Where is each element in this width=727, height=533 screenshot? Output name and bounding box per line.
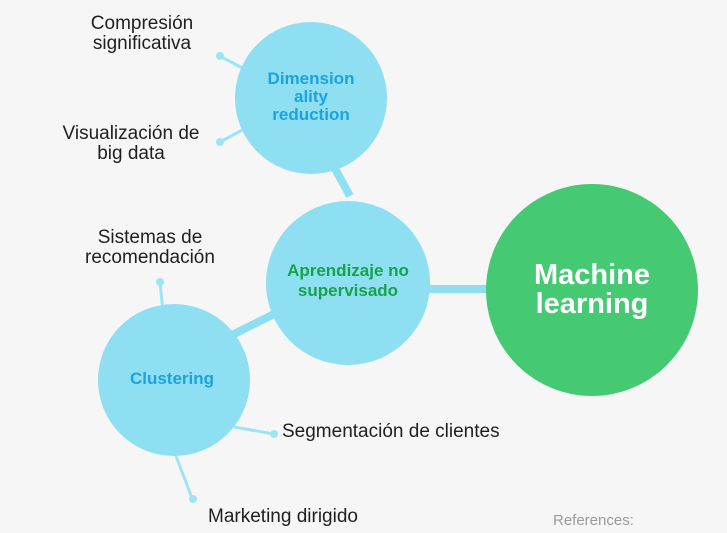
machine-learning-line2: learning [535, 288, 649, 320]
marketing-label: Marketing dirigido [208, 506, 358, 527]
connector-segmentacion [233, 425, 275, 436]
compresion-line1: Compresión [90, 13, 194, 34]
visualizacion-line1: Visualización de [62, 123, 200, 144]
node-label-machine-learning: Machine learning [500, 240, 684, 340]
visualizacion-line2: big data [97, 143, 165, 164]
references-label: References: [553, 512, 634, 529]
sistemas-line2: recomendación [85, 247, 215, 268]
leaf-compresion: Compresión significativa [78, 14, 206, 54]
compresion-line2: significativa [92, 33, 192, 54]
node-label-unsupervised: Aprendizaje no supervisado [280, 255, 416, 307]
machine-learning-line1: Machine [533, 259, 651, 291]
dot-visualizacion [216, 138, 224, 146]
dimensionality-line2: ality [293, 87, 329, 106]
leaf-marketing: Marketing dirigido [208, 507, 358, 527]
dot-segmentacion [270, 430, 278, 438]
clustering-label: Clustering [129, 369, 215, 388]
dot-compresion [216, 52, 224, 60]
dimensionality-line3: reduction [272, 105, 350, 124]
dot-marketing [189, 495, 197, 503]
node-label-clustering: Clustering [110, 366, 234, 392]
unsupervised-line2: supervisado [297, 281, 399, 300]
leaf-segmentacion: Segmentación de clientes [282, 422, 500, 442]
node-label-dimensionality: Dimension ality reduction [250, 66, 372, 128]
connector-marketing [174, 455, 194, 499]
dot-sistemas [156, 278, 164, 286]
unsupervised-line1: Aprendizaje no [287, 261, 409, 280]
connector-unsupervised-clustering [226, 309, 278, 341]
sistemas-line1: Sistemas de [97, 227, 203, 248]
dimensionality-line1: Dimension [267, 69, 355, 88]
segmentacion-label: Segmentación de clientes [282, 421, 500, 442]
leaf-sistemas: Sistemas de recomendación [74, 228, 226, 268]
connector-visualizacion [219, 126, 247, 144]
leaf-visualizacion: Visualización de big data [52, 124, 210, 164]
